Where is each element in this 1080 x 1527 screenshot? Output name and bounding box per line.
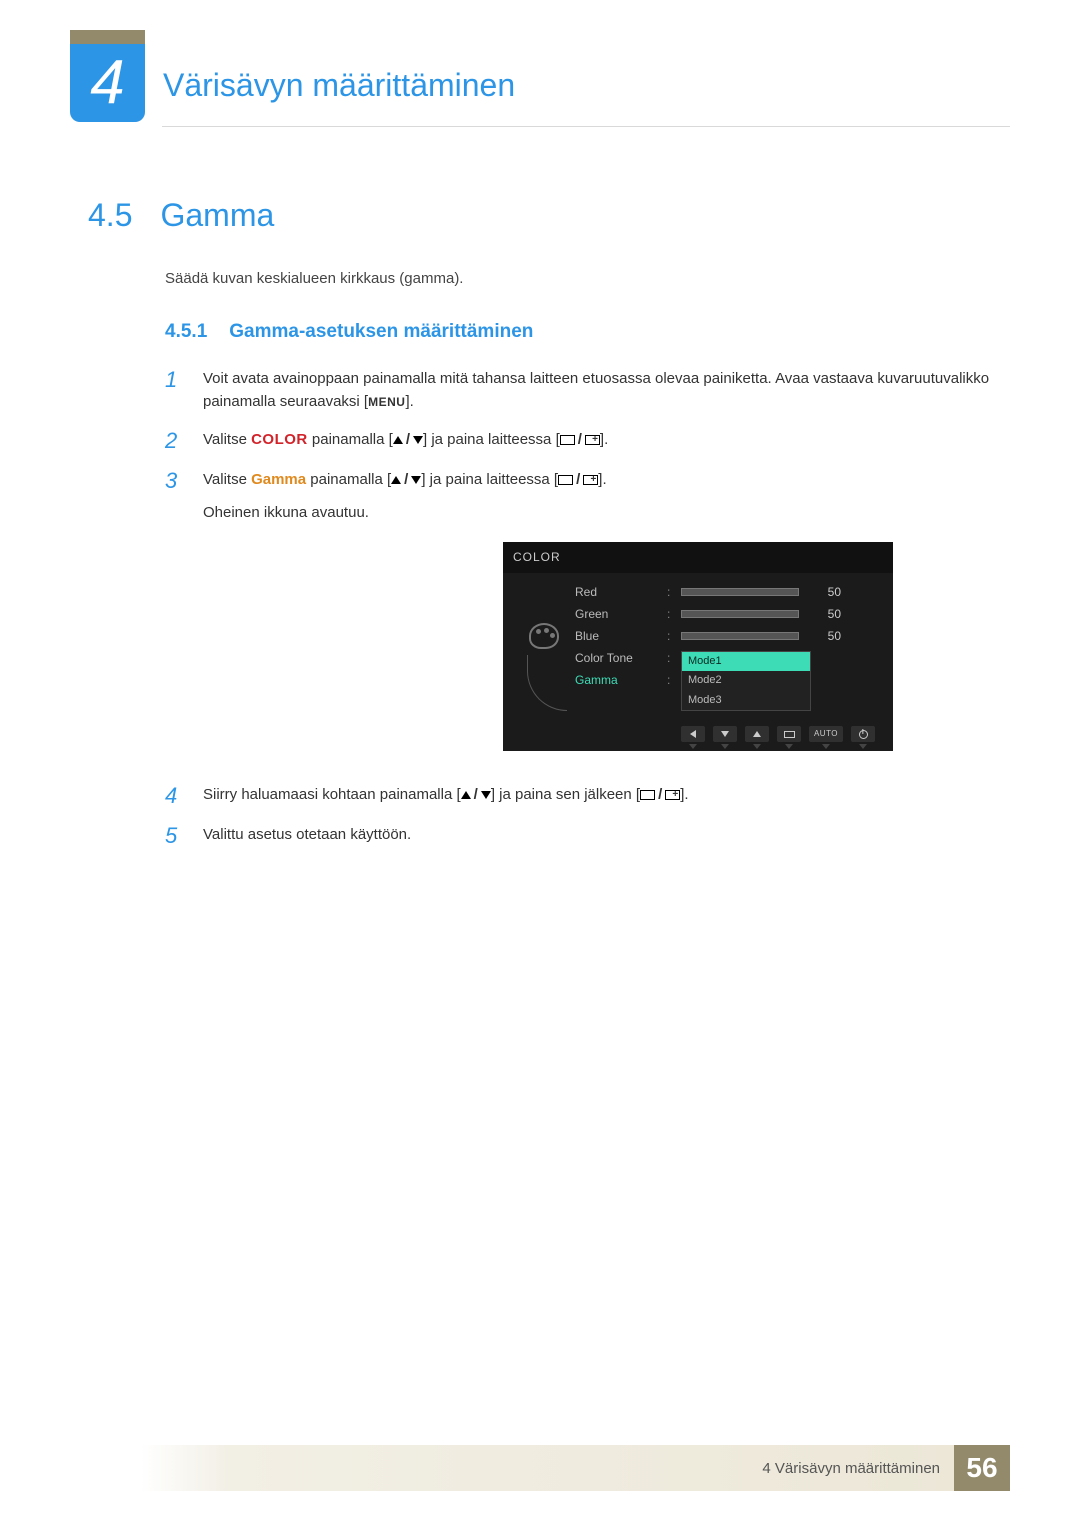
chapter-header: 4 Värisävyn määrittäminen bbox=[70, 30, 1010, 122]
step-3: 3 Valitse Gamma painamalla [/] ja paina … bbox=[165, 468, 1010, 770]
manual-page: 4 Värisävyn määrittäminen 4.5 Gamma Sääd… bbox=[0, 0, 1080, 1527]
gamma-option-mode2: Mode2 bbox=[682, 671, 810, 690]
section-title: Gamma bbox=[160, 197, 274, 234]
gamma-keyword: Gamma bbox=[251, 471, 306, 488]
step-number: 5 bbox=[165, 823, 185, 849]
step-text: Valittu asetus otetaan käyttöön. bbox=[203, 823, 1010, 846]
section-heading: 4.5 Gamma bbox=[70, 197, 1010, 234]
step-5: 5 Valittu asetus otetaan käyttöön. bbox=[165, 823, 1010, 849]
osd-category-icon bbox=[513, 581, 575, 711]
osd-back-icon bbox=[681, 726, 705, 742]
section-number: 4.5 bbox=[88, 197, 132, 234]
osd-up-icon bbox=[745, 726, 769, 742]
gamma-option-mode3: Mode3 bbox=[682, 691, 810, 710]
palette-icon bbox=[529, 623, 559, 649]
source-enter-icon: / bbox=[558, 468, 598, 491]
chapter-number: 4 bbox=[90, 52, 124, 114]
section-intro: Säädä kuvan keskialueen kirkkaus (gamma)… bbox=[70, 270, 1010, 287]
osd-power-icon bbox=[851, 726, 875, 742]
up-down-icon: / bbox=[391, 468, 421, 491]
slider-green bbox=[681, 610, 799, 618]
osd-figure: COLOR Red : 50 bbox=[503, 542, 893, 751]
chapter-badge: 4 bbox=[70, 30, 145, 122]
gamma-dropdown: Mode1 Mode2 Mode3 bbox=[681, 651, 811, 710]
chapter-title: Värisävyn määrittäminen bbox=[163, 49, 515, 104]
source-enter-icon: / bbox=[560, 428, 600, 451]
step-number: 2 bbox=[165, 428, 185, 454]
step-number: 1 bbox=[165, 367, 185, 393]
page-number: 56 bbox=[954, 1445, 1010, 1491]
footer-label: 4 Värisävyn määrittäminen bbox=[70, 1445, 954, 1491]
osd-row-red: Red : 50 bbox=[575, 581, 883, 603]
step-number: 4 bbox=[165, 783, 185, 809]
menu-keyword: MENU bbox=[368, 395, 405, 409]
source-enter-icon: / bbox=[640, 783, 680, 806]
gamma-option-mode1: Mode1 bbox=[682, 652, 810, 671]
step-4: 4 Siirry haluamaasi kohtaan painamalla [… bbox=[165, 783, 1010, 809]
osd-down-icon bbox=[713, 726, 737, 742]
steps-list: 1 Voit avata avainoppaan painamalla mitä… bbox=[70, 367, 1010, 849]
osd-footer: AUTO bbox=[503, 721, 893, 747]
step-text: Voit avata avainoppaan painamalla mitä t… bbox=[203, 367, 1010, 414]
subsection-title: Gamma-asetuksen määrittäminen bbox=[229, 321, 533, 343]
up-down-icon: / bbox=[393, 428, 423, 451]
osd-auto-icon: AUTO bbox=[809, 726, 843, 742]
page-footer: 4 Värisävyn määrittäminen 56 bbox=[70, 1445, 1010, 1491]
step-text: Valitse Gamma painamalla [/] ja paina la… bbox=[203, 468, 1010, 770]
slider-red bbox=[681, 588, 799, 596]
step-text: Valitse COLOR painamalla [/] ja paina la… bbox=[203, 428, 1010, 452]
osd-title: COLOR bbox=[503, 542, 893, 573]
header-divider bbox=[162, 126, 1010, 127]
osd-enter-icon bbox=[777, 726, 801, 742]
osd-row-green: Green : 50 bbox=[575, 603, 883, 625]
slider-blue bbox=[681, 632, 799, 640]
osd-menu: COLOR Red : 50 bbox=[503, 542, 893, 751]
step-text: Siirry haluamaasi kohtaan painamalla [/]… bbox=[203, 783, 1010, 807]
up-down-icon: / bbox=[461, 783, 491, 806]
subsection-heading: 4.5.1 Gamma-asetuksen määrittäminen bbox=[70, 321, 1010, 343]
step-subtext: Oheinen ikkuna avautuu. bbox=[203, 501, 1010, 524]
step-1: 1 Voit avata avainoppaan painamalla mitä… bbox=[165, 367, 1010, 414]
color-keyword: COLOR bbox=[251, 431, 308, 448]
osd-row-blue: Blue : 50 bbox=[575, 625, 883, 647]
osd-row-gamma: Gamma : Mode1 Mode2 Mode3 bbox=[575, 669, 883, 691]
step-number: 3 bbox=[165, 468, 185, 494]
step-2: 2 Valitse COLOR painamalla [/] ja paina … bbox=[165, 428, 1010, 454]
subsection-number: 4.5.1 bbox=[165, 321, 207, 343]
